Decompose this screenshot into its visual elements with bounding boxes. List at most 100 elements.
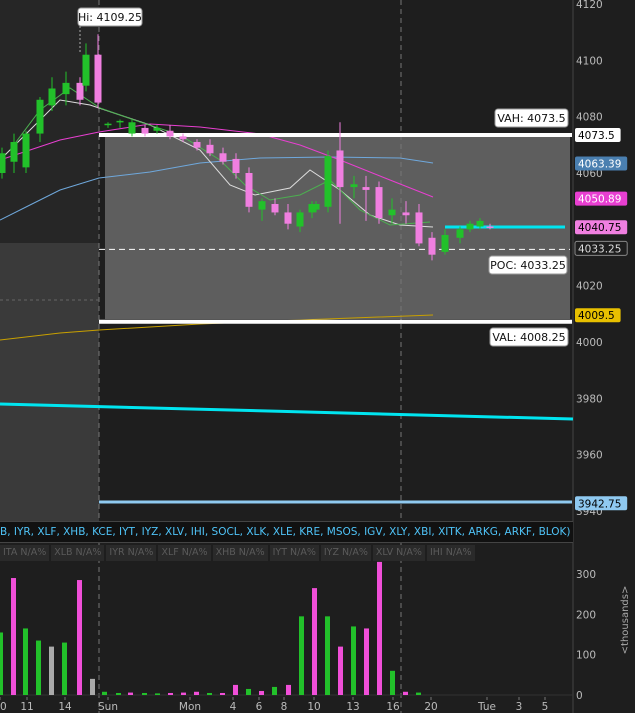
- volume-bar: [90, 678, 95, 695]
- candle-body: [336, 150, 344, 188]
- candle-body: [258, 201, 266, 210]
- price-chart[interactable]: Hi: 4109.25 VAH: 4073.5 POC: 4033.25 VAL: 4…: [0, 0, 635, 713]
- candle-body: [466, 223, 474, 230]
- poc-label-text: POC: 4033.25: [490, 259, 566, 272]
- candle-body: [94, 54, 102, 103]
- candle-body: [402, 212, 410, 216]
- study-badge[interactable]: IHI N/A%: [426, 545, 475, 561]
- candle-body: [22, 133, 30, 168]
- watchlist-strip[interactable]: B, IYR, XLF, XHB, KCE, IYT, IYZ, XLV, IH…: [0, 521, 573, 543]
- candle-body: [324, 156, 332, 207]
- x-tick-label: 3: [516, 701, 523, 713]
- study-badge[interactable]: IYT N/A%: [269, 545, 319, 561]
- volume-bar: [338, 646, 343, 695]
- candle-body: [388, 209, 396, 216]
- volume-bar: [11, 578, 16, 695]
- candle-body: [128, 122, 136, 134]
- candle[interactable]: [22, 130, 30, 173]
- study-badge[interactable]: IYR N/A%: [106, 545, 157, 561]
- volume-bar: [390, 670, 395, 695]
- volume-tick-label: 0: [576, 690, 583, 702]
- candle[interactable]: [375, 181, 383, 224]
- volume-bar: [272, 686, 277, 695]
- candle-body: [141, 127, 149, 134]
- price-marker-text: 4009.5: [578, 310, 615, 322]
- y-tick-label: 4080: [576, 112, 603, 124]
- volume-bar: [102, 691, 107, 695]
- volume-bar: [62, 642, 67, 695]
- volume-bar: [246, 688, 251, 695]
- candle-body: [245, 173, 253, 207]
- volume-bar: [312, 588, 317, 695]
- price-marker-text: 3942.75: [578, 498, 621, 510]
- val-label: VAL: 4008.25: [489, 327, 569, 347]
- candle-body: [166, 130, 174, 137]
- volume-bar: [351, 626, 356, 695]
- volume-bar: [364, 628, 369, 695]
- study-badge[interactable]: XLF N/A%: [158, 545, 211, 561]
- volume-tick-label: 200: [576, 609, 596, 621]
- volume-bar: [36, 640, 41, 695]
- hi-label-text: Hi: 4109.25: [78, 11, 142, 24]
- price-marker: 3942.75: [575, 496, 628, 511]
- candle[interactable]: [245, 167, 253, 213]
- study-badge[interactable]: XLV N/A%: [372, 545, 425, 561]
- candle-body: [456, 229, 464, 238]
- study-badge[interactable]: ITA N/A%: [0, 545, 50, 561]
- y-tick-label: 3980: [576, 393, 603, 405]
- candle-body: [62, 82, 70, 95]
- volume-bar: [416, 692, 421, 695]
- volume-bar: [220, 692, 225, 695]
- candle-body: [428, 237, 436, 255]
- volume-bar: [128, 692, 133, 695]
- volume-unit-label: <thousands>: [620, 586, 631, 655]
- candle-body: [476, 220, 484, 227]
- volume-bar: [155, 693, 160, 695]
- volume-tick-label: 300: [576, 569, 596, 581]
- x-tick-label: 10: [307, 701, 320, 713]
- candle-body: [179, 136, 187, 140]
- x-tick-label: 8: [281, 701, 288, 713]
- volume-bar: [142, 692, 147, 695]
- volume-bar: [377, 561, 382, 695]
- study-badge-row: ITA N/A% XLB N/A% IYR N/A% XLF N/A% XHB N/A%…: [0, 545, 475, 561]
- candle-body: [36, 99, 44, 134]
- x-tick-label: 11: [20, 701, 33, 713]
- candle-body: [296, 212, 304, 227]
- price-marker: 4040.75: [575, 220, 628, 235]
- price-marker: 4033.25: [574, 240, 628, 256]
- volume-bar: [194, 691, 199, 695]
- candle-body: [76, 82, 84, 100]
- study-badge[interactable]: XLB N/A%: [51, 545, 105, 561]
- candle-body: [350, 184, 358, 188]
- price-marker-text: 4073.5: [578, 130, 615, 142]
- x-tick-label: 6: [256, 701, 263, 713]
- study-badge[interactable]: XHB N/A%: [212, 545, 268, 561]
- volume-bar: [403, 691, 408, 695]
- volume-bar: [0, 632, 3, 695]
- x-tick-label: 4: [230, 701, 237, 713]
- prior-range-shade: [0, 243, 99, 521]
- study-badge[interactable]: IYZ N/A%: [320, 545, 371, 561]
- volume-bar: [259, 690, 264, 695]
- price-marker-text: 4063.39: [578, 158, 621, 170]
- volume-bar: [181, 692, 186, 695]
- candle-body: [415, 212, 423, 244]
- candle-body: [232, 158, 240, 173]
- val-label-text: VAL: 4008.25: [492, 331, 565, 344]
- volume-tick-label: 100: [576, 650, 596, 662]
- candle-body: [486, 226, 494, 229]
- candle-body: [82, 54, 90, 86]
- y-tick-label: 4020: [576, 281, 603, 293]
- candle[interactable]: [324, 150, 332, 213]
- volume-bar: [286, 684, 291, 695]
- candle-body: [116, 120, 124, 123]
- y-tick-label: 3960: [576, 450, 603, 462]
- price-marker-text: 4033.25: [578, 243, 621, 255]
- x-tick-label: 0: [0, 701, 7, 713]
- candle-body: [206, 144, 214, 154]
- x-tick-label: 5: [542, 701, 549, 713]
- volume-bar: [299, 616, 304, 695]
- candle-body: [153, 127, 161, 131]
- price-marker: 4073.5: [575, 127, 621, 142]
